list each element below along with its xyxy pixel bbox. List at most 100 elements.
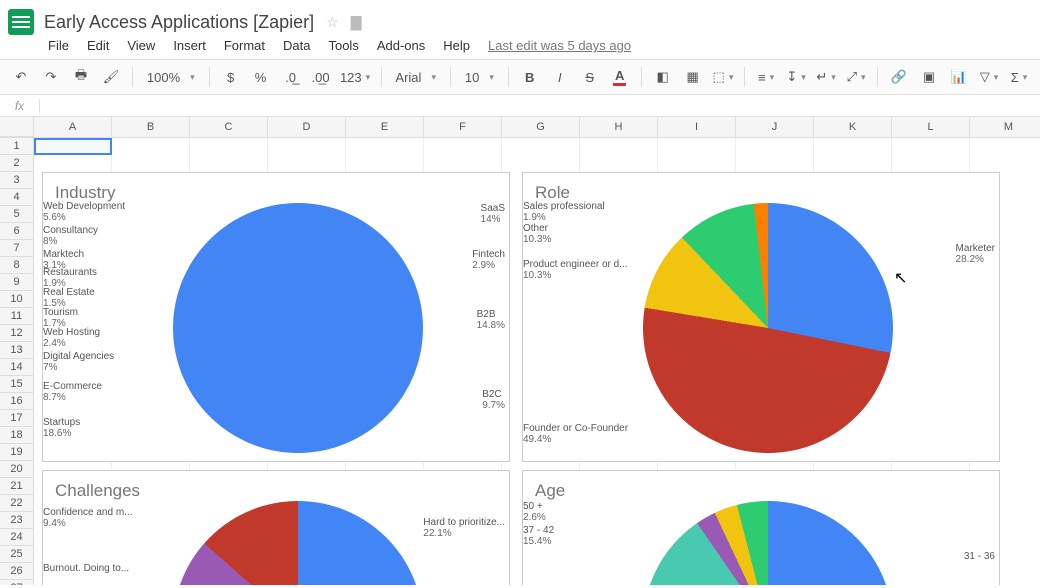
column-header[interactable]: A [34, 117, 112, 137]
star-icon[interactable]: ☆ [326, 14, 339, 31]
last-edit-link[interactable]: Last edit was 5 days ago [488, 38, 631, 53]
pie-chart [173, 501, 423, 585]
menu-tools[interactable]: Tools [328, 38, 358, 53]
column-header[interactable]: J [736, 117, 814, 137]
chart-title: Industry [55, 183, 497, 203]
decrease-decimal-button[interactable]: .0̲ [278, 64, 304, 90]
row-header[interactable]: 5 [0, 206, 33, 223]
column-header[interactable]: I [658, 117, 736, 137]
text-color-button[interactable]: A [607, 64, 633, 90]
increase-decimal-button[interactable]: .0̲0 [308, 64, 334, 90]
redo-button[interactable]: ↷ [38, 64, 64, 90]
row-header[interactable]: 9 [0, 274, 33, 291]
row-header[interactable]: 22 [0, 495, 33, 512]
chart-industry[interactable]: Industry Web Development5.6% Consultancy… [42, 172, 510, 462]
zoom-select[interactable]: 100% [141, 65, 201, 89]
row-header[interactable]: 18 [0, 427, 33, 444]
column-header[interactable]: K [814, 117, 892, 137]
merge-button[interactable]: ⬚ [710, 64, 737, 90]
size-value: 10 [465, 70, 479, 85]
menu-insert[interactable]: Insert [173, 38, 206, 53]
row-header[interactable]: 11 [0, 308, 33, 325]
row-header[interactable]: 24 [0, 529, 33, 546]
row-header[interactable]: 25 [0, 546, 33, 563]
link-button[interactable]: 🔗 [886, 64, 912, 90]
row-header[interactable]: 4 [0, 189, 33, 206]
folder-icon[interactable]: ▇ [351, 14, 362, 31]
row-header[interactable]: 16 [0, 393, 33, 410]
column-header[interactable]: D [268, 117, 346, 137]
row-header[interactable]: 3 [0, 172, 33, 189]
row-header[interactable]: 6 [0, 223, 33, 240]
row-header[interactable]: 20 [0, 461, 33, 478]
fill-color-button[interactable]: ◧ [650, 64, 676, 90]
active-cell [34, 138, 112, 155]
comment-button[interactable]: ▣ [916, 64, 942, 90]
row-header[interactable]: 7 [0, 240, 33, 257]
wrap-button[interactable]: ↵ [813, 64, 839, 90]
functions-button[interactable]: Σ [1006, 64, 1032, 90]
column-header[interactable]: C [190, 117, 268, 137]
column-header[interactable]: H [580, 117, 658, 137]
column-header[interactable]: B [112, 117, 190, 137]
cell-grid[interactable]: Industry Web Development5.6% Consultancy… [34, 138, 1040, 585]
menu-file[interactable]: File [48, 38, 69, 53]
chart-role[interactable]: Role Sales professional1.9% Other10.3% P… [522, 172, 1000, 462]
menu-data[interactable]: Data [283, 38, 310, 53]
filter-button[interactable]: ▽ [976, 64, 1002, 90]
select-all-corner[interactable] [0, 117, 34, 137]
chart-age[interactable]: Age 50 +2.6% 37 - 4215.4% 31 - 36 [522, 470, 1000, 585]
paint-format-button[interactable]: 🖌 [98, 64, 124, 90]
row-header[interactable]: 13 [0, 342, 33, 359]
h-align-button[interactable]: ≡ [753, 64, 779, 90]
row-header[interactable]: 27 [0, 580, 33, 585]
v-align-button[interactable]: ↧ [783, 64, 809, 90]
row-header[interactable]: 14 [0, 359, 33, 376]
format-currency-button[interactable]: $ [218, 64, 244, 90]
pie-chart [643, 203, 893, 453]
column-header[interactable]: L [892, 117, 970, 137]
slice-label: Digital Agencies7% [43, 351, 114, 373]
row-header[interactable]: 17 [0, 410, 33, 427]
row-header[interactable]: 15 [0, 376, 33, 393]
menu-help[interactable]: Help [443, 38, 470, 53]
strike-button[interactable]: S [577, 64, 603, 90]
column-header[interactable]: F [424, 117, 502, 137]
zoom-value: 100% [147, 70, 180, 85]
menu-addons[interactable]: Add-ons [377, 38, 425, 53]
slice-label: Tourism1.7% [43, 307, 78, 329]
column-header[interactable]: E [346, 117, 424, 137]
print-button[interactable]: 🖶 [68, 64, 94, 90]
menu-format[interactable]: Format [224, 38, 265, 53]
bold-button[interactable]: B [517, 64, 543, 90]
row-header[interactable]: 21 [0, 478, 33, 495]
rotate-button[interactable]: ⤢ [843, 64, 869, 90]
column-header[interactable]: G [502, 117, 580, 137]
borders-button[interactable]: ▦ [680, 64, 706, 90]
row-header[interactable]: 23 [0, 512, 33, 529]
format-percent-button[interactable]: % [248, 64, 274, 90]
row-header[interactable]: 19 [0, 444, 33, 461]
menu-view[interactable]: View [127, 38, 155, 53]
chart-button[interactable]: 📊 [946, 64, 972, 90]
font-size-select[interactable]: 10 [459, 65, 500, 89]
pie-chart [173, 203, 423, 453]
row-header[interactable]: 1 [0, 138, 33, 155]
row-header[interactable]: 26 [0, 563, 33, 580]
italic-button[interactable]: I [547, 64, 573, 90]
document-title[interactable]: Early Access Applications [Zapier] [44, 12, 314, 33]
chart-challenges[interactable]: Challenges Confidence and m...9.4% Burno… [42, 470, 510, 585]
column-header[interactable]: M [970, 117, 1040, 137]
separator [744, 67, 745, 87]
row-header[interactable]: 8 [0, 257, 33, 274]
row-header[interactable]: 2 [0, 155, 33, 172]
menu-edit[interactable]: Edit [87, 38, 109, 53]
more-formats-button[interactable]: 123 [338, 64, 373, 90]
fx-icon: fx [0, 99, 40, 113]
row-header[interactable]: 12 [0, 325, 33, 342]
separator [209, 67, 210, 87]
font-select[interactable]: Arial [389, 65, 442, 89]
undo-button[interactable]: ↶ [8, 64, 34, 90]
slice-label: E-Commerce8.7% [43, 381, 102, 403]
row-header[interactable]: 10 [0, 291, 33, 308]
